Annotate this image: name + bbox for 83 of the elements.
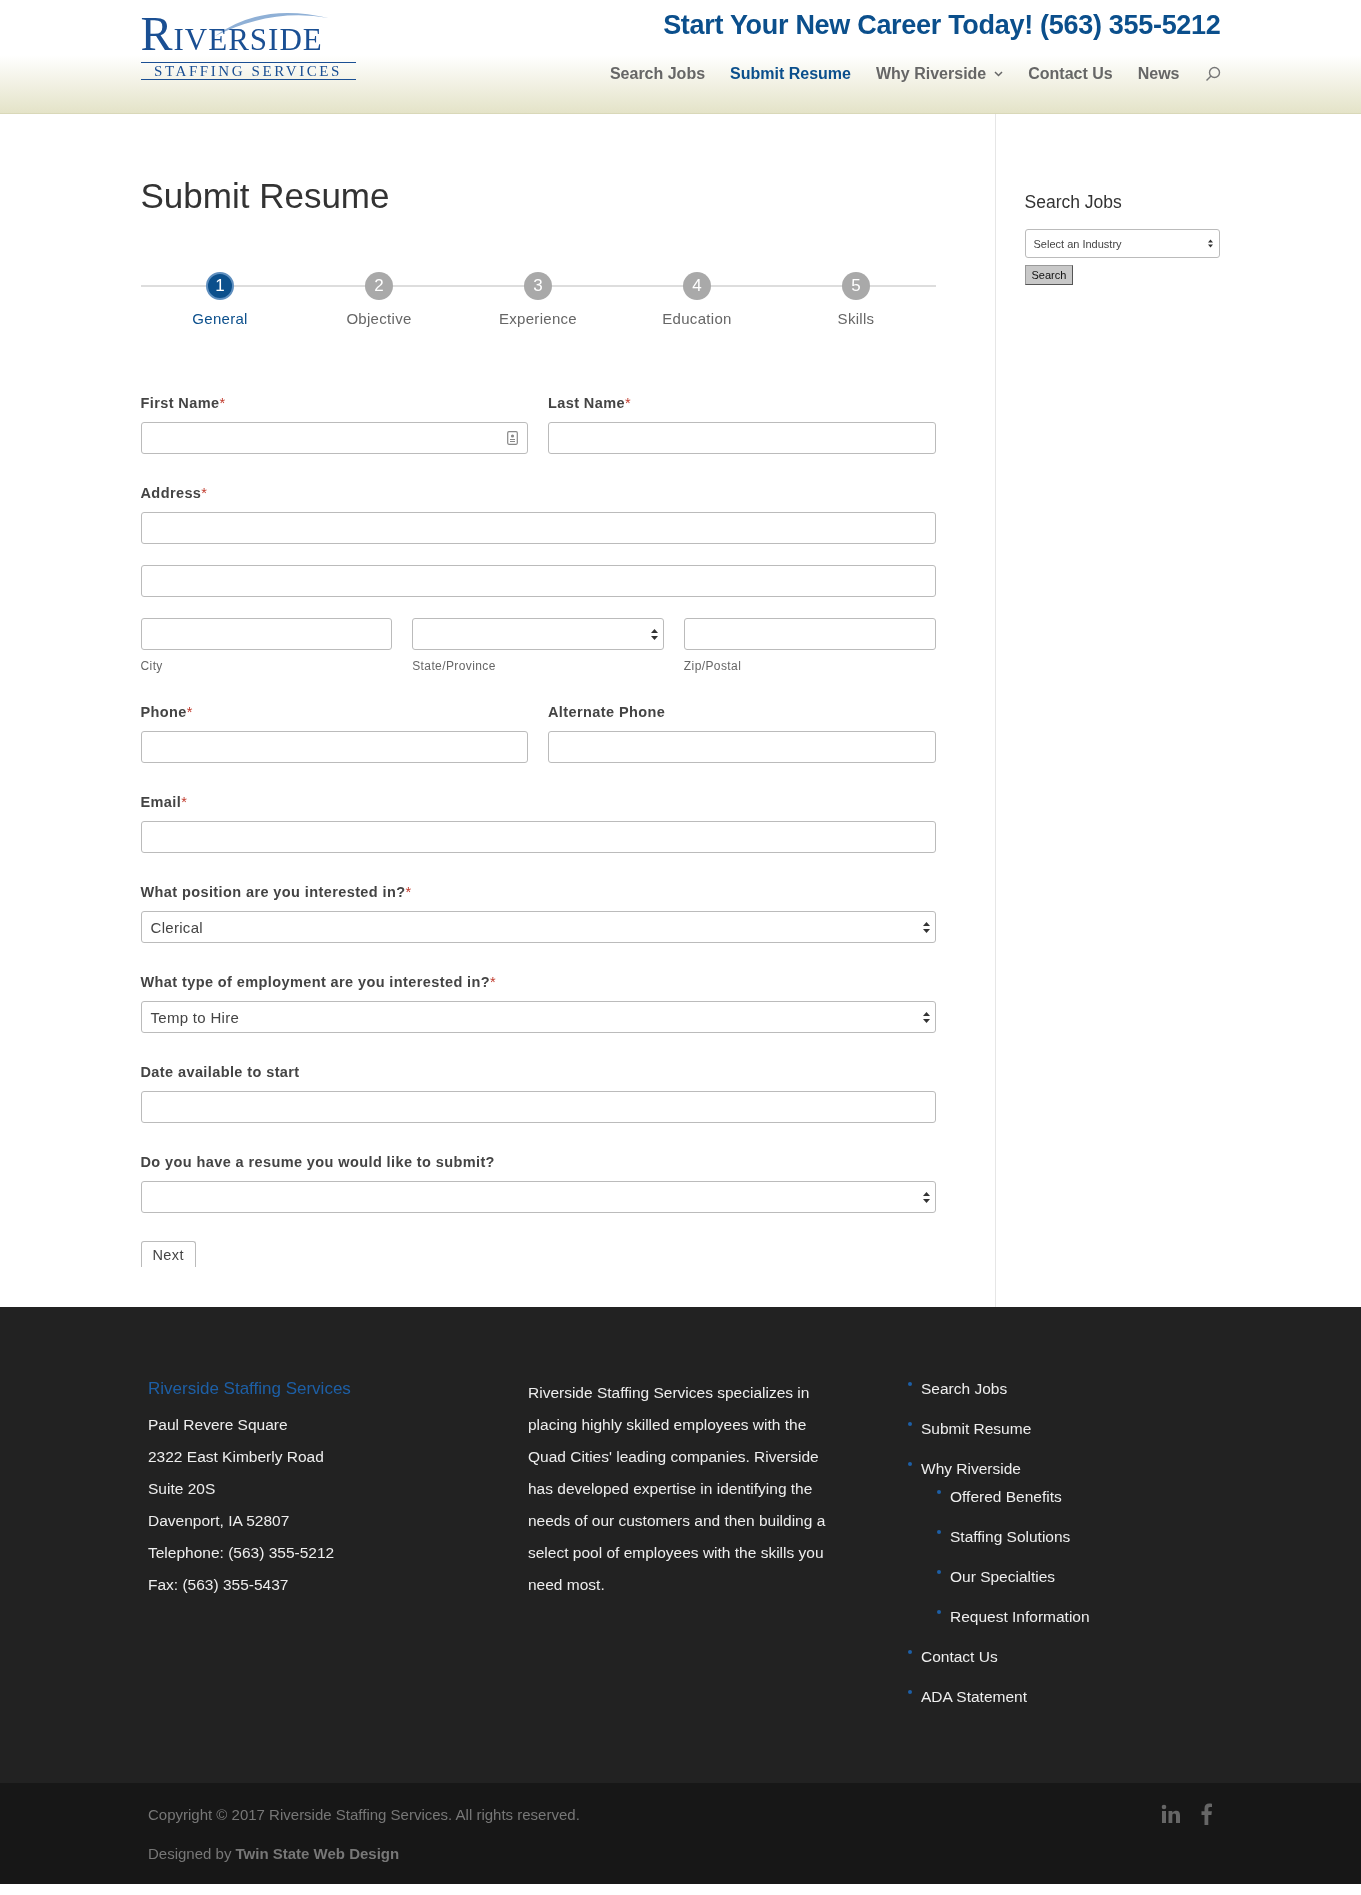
input-field[interactable] bbox=[140, 512, 936, 544]
address-line: Davenport, IA 52807 bbox=[148, 1511, 291, 1531]
sort-arrows-icon bbox=[650, 629, 658, 640]
footer-link[interactable]: ADA Statement bbox=[921, 1687, 1027, 1707]
address-line: Fax: (563) 355-5437 bbox=[148, 1575, 290, 1595]
input-field[interactable] bbox=[548, 731, 936, 763]
field-label: Date available to start bbox=[140, 1064, 301, 1080]
sort-arrows-icon bbox=[922, 1012, 930, 1023]
sort-arrows-icon bbox=[922, 1192, 930, 1203]
address-line: Suite 20S bbox=[148, 1479, 217, 1499]
designer-link[interactable]: Twin State Web Design bbox=[235, 1845, 400, 1862]
bullet-icon bbox=[937, 1610, 941, 1614]
sub-label: City bbox=[140, 659, 164, 673]
step-label[interactable]: Objective bbox=[346, 310, 412, 327]
address-line: 2322 East Kimberly Road bbox=[148, 1447, 325, 1467]
field-label: What type of employment are you interested in?* bbox=[140, 974, 498, 990]
copyright-text: Copyright © 2017 Riverside Staffing Services. All rights reserved. bbox=[148, 1805, 580, 1823]
facebook-icon[interactable] bbox=[1201, 1803, 1213, 1825]
field-label: Last Name* bbox=[548, 395, 632, 411]
linkedin-icon[interactable] bbox=[1161, 1804, 1181, 1824]
bullet-icon bbox=[908, 1462, 912, 1466]
select-field[interactable] bbox=[140, 1181, 936, 1213]
input-field[interactable] bbox=[140, 618, 393, 650]
input-field[interactable] bbox=[683, 618, 936, 650]
nav-link[interactable]: Submit Resume bbox=[730, 65, 851, 83]
field-label: Phone* bbox=[140, 704, 194, 720]
input-field[interactable] bbox=[140, 731, 528, 763]
nav-link[interactable]: Contact Us bbox=[1028, 65, 1113, 83]
field-label: Alternate Phone bbox=[548, 704, 667, 720]
page-title: Submit Resume bbox=[140, 176, 391, 216]
logo[interactable]: RIVERSIDE STAFFING SERVICES bbox=[140, 0, 356, 83]
select-field[interactable]: Temp to Hire bbox=[140, 1001, 936, 1033]
nav-link[interactable]: Why Riverside bbox=[876, 65, 1004, 83]
bullet-icon bbox=[908, 1650, 912, 1654]
footer-link[interactable]: Search Jobs bbox=[921, 1379, 1008, 1399]
address-line: Paul Revere Square bbox=[148, 1415, 289, 1435]
select-field[interactable] bbox=[412, 618, 664, 650]
footer-link[interactable]: Offered Benefits bbox=[950, 1487, 1062, 1507]
about-paragraph: Riverside Staffing Services specializes in placing highly skilled employees with the Quad Cities' leading companies. Riverside has developed expertise in identifying the needs of our customers and then building a select pool of employees with the skills you need most. bbox=[528, 1383, 827, 1595]
select-field[interactable]: Clerical bbox=[140, 911, 936, 943]
sort-arrows-icon bbox=[1207, 239, 1213, 248]
footer-link[interactable]: Submit Resume bbox=[921, 1419, 1032, 1439]
input-field[interactable] bbox=[140, 821, 936, 853]
search-icon[interactable] bbox=[1204, 66, 1221, 82]
next-button[interactable]: Next bbox=[140, 1241, 196, 1267]
field-label: What position are you interested in?* bbox=[140, 884, 413, 900]
footer-link[interactable]: Staffing Solutions bbox=[950, 1527, 1071, 1547]
sidebar-title: Search Jobs bbox=[1024, 192, 1123, 213]
step-label[interactable]: General bbox=[192, 310, 248, 327]
sub-label: Zip/Postal bbox=[683, 659, 743, 673]
address-line: Telephone: (563) 355-5212 bbox=[148, 1543, 336, 1563]
footer-title: Riverside Staffing Services bbox=[148, 1379, 352, 1399]
field-label: Do you have a resume you would like to submit? bbox=[140, 1154, 496, 1170]
input-field[interactable] bbox=[140, 422, 528, 454]
step-number[interactable]: 1 bbox=[206, 272, 234, 300]
field-label: First Name* bbox=[140, 395, 227, 411]
bullet-icon bbox=[908, 1422, 912, 1426]
header-tagline: Start Your New Career Today! (563) 355-5212 bbox=[663, 10, 1221, 41]
bullet-icon bbox=[937, 1570, 941, 1574]
bullet-icon bbox=[908, 1690, 912, 1694]
step-label[interactable]: Experience bbox=[498, 310, 577, 327]
input-field[interactable] bbox=[140, 565, 936, 597]
step-label[interactable]: Skills bbox=[837, 310, 875, 327]
bullet-icon bbox=[937, 1490, 941, 1494]
input-field[interactable] bbox=[548, 422, 936, 454]
sub-label: State/Province bbox=[412, 659, 497, 673]
footer-link[interactable]: Our Specialties bbox=[950, 1567, 1056, 1587]
credit-text: Designed by Twin State Web Design bbox=[148, 1845, 401, 1862]
field-label: Email* bbox=[140, 794, 189, 810]
search-button[interactable]: Search bbox=[1024, 265, 1074, 285]
footer-link[interactable]: Contact Us bbox=[921, 1647, 998, 1667]
field-label: Address* bbox=[140, 485, 209, 501]
contact-card-icon[interactable] bbox=[507, 431, 518, 445]
bullet-icon bbox=[908, 1382, 912, 1386]
nav-link[interactable]: News bbox=[1137, 65, 1180, 83]
step-label[interactable]: Education bbox=[662, 310, 732, 327]
footer-link[interactable]: Why Riverside bbox=[921, 1459, 1021, 1479]
bullet-icon bbox=[937, 1530, 941, 1534]
input-field[interactable] bbox=[140, 1091, 936, 1123]
footer-link[interactable]: Request Information bbox=[950, 1607, 1090, 1627]
industry-select[interactable]: Select an Industry bbox=[1024, 229, 1220, 258]
sort-arrows-icon bbox=[922, 922, 930, 933]
nav-link[interactable]: Search Jobs bbox=[609, 65, 706, 83]
